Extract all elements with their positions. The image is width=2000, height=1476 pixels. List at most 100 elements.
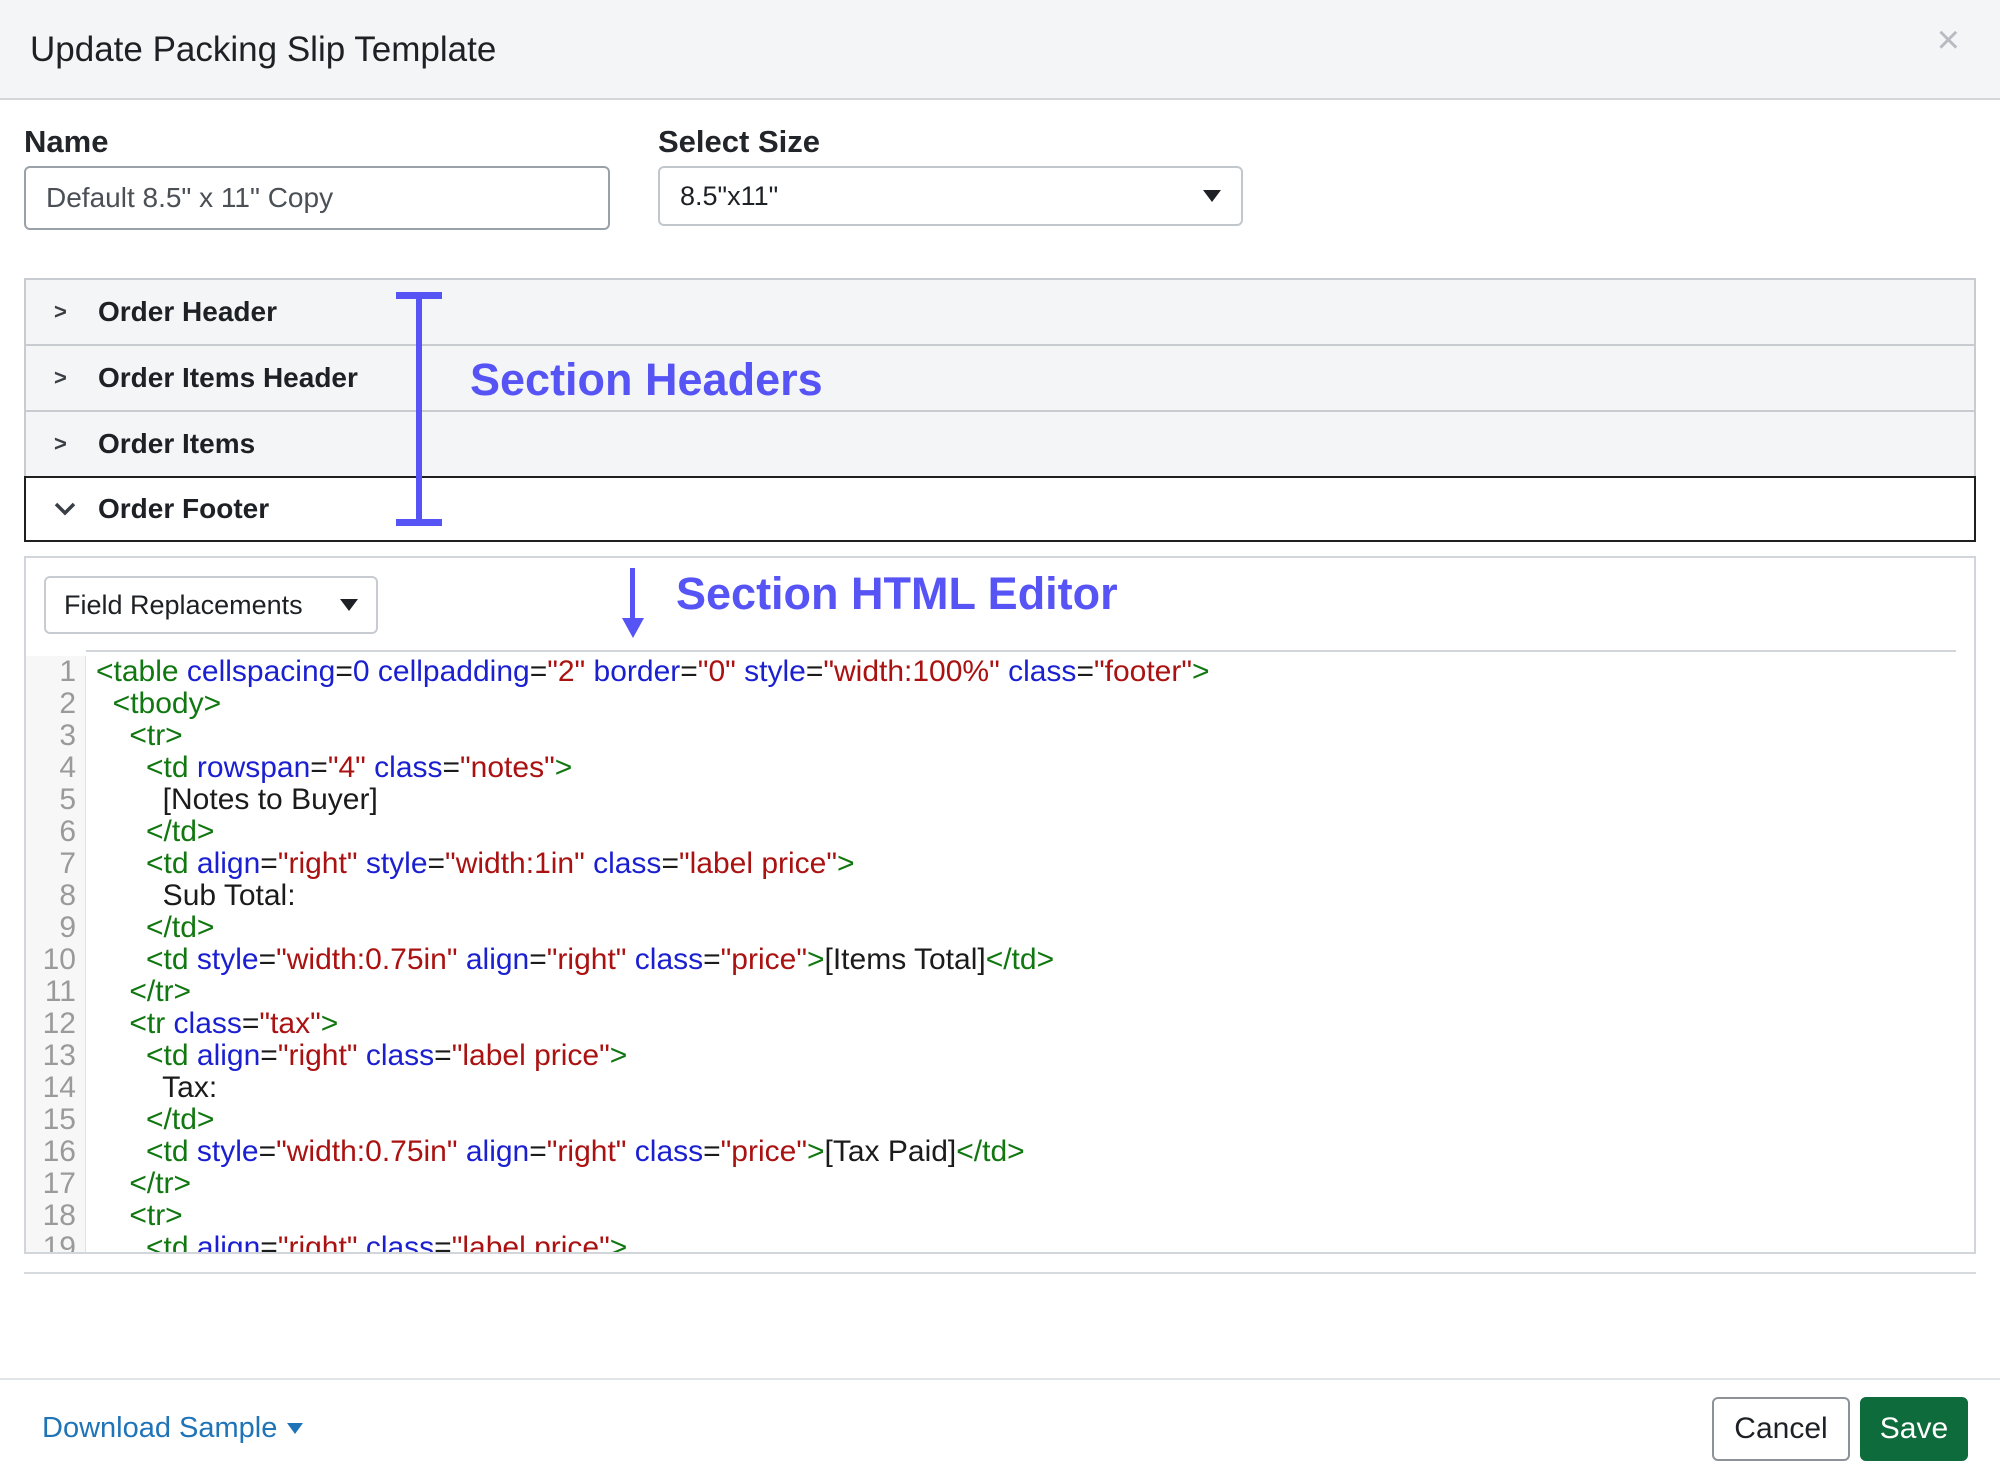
code-token: <table [96,656,187,688]
code-editor[interactable]: 1 <table cellspacing=0 cellpadding="2" bo… [26,656,1974,1252]
size-select[interactable]: 8.5"x11" [658,166,1243,226]
code-token: "notes" [460,751,555,784]
code-line: 12 <tr class="tax"> [26,1008,1974,1040]
divider [24,1272,1976,1274]
code-token: = [310,751,328,784]
code-token: > [320,1007,339,1040]
line-number: 15 [42,1103,76,1136]
code-token: = [529,656,548,688]
chevron-right-icon: > [54,365,67,390]
chevron-right-icon: > [54,431,67,456]
code-token: align [457,1135,530,1168]
code-line: 3 <tr> [26,720,1974,752]
line-number: 11 [44,975,76,1008]
section-accordion: > Order Header > Order Items Header > Or… [24,278,1976,542]
code-token: "width:0.75in" [276,1135,458,1168]
save-button[interactable]: Save [1860,1397,1968,1461]
section-order-header[interactable]: > Order Header [24,278,1976,344]
code-text: </td> [96,1104,214,1136]
code-token: align [196,847,261,880]
code-token: class [357,1231,435,1253]
code-token: class [173,1007,242,1040]
code-token: "width:1in" [445,847,585,880]
code-token: = [434,1231,452,1253]
code-token: </td> [96,815,215,848]
line-number: 12 [42,1007,76,1040]
code-text: <td rowspan="4" class="notes"> [96,752,572,784]
code-token: = [680,656,698,688]
code-token: <td [96,1039,197,1072]
code-token: > [837,847,855,880]
code-token: = [529,943,547,976]
line-number: 13 [42,1039,76,1072]
code-token: <td [96,943,197,976]
line-number: 9 [59,911,76,944]
code-text: </td> [96,912,214,944]
code-token: border [585,656,681,688]
section-order-footer[interactable]: Order Footer [24,476,1976,542]
name-label: Name [24,124,109,159]
code-token: <td [96,1135,197,1168]
line-number: 5 [59,783,76,816]
code-text: <td align="right" class="label price"> [96,1231,627,1253]
line-number: 8 [59,879,76,912]
code-token: "price" [720,1135,807,1168]
code-token: = [258,1135,277,1168]
section-html-editor-panel: Field Replacements 1 <table cellspacing=0… [24,556,1976,1254]
code-line: 7 <td align="right" style="width:1in" cl… [26,848,1974,880]
code-token: </tr> [96,975,192,1008]
annotation-arrow-down-icon [622,568,644,638]
line-number: 19 [42,1231,76,1253]
code-token: [Tax Paid] [824,1135,957,1168]
code-token: = [260,1231,278,1253]
modal-title: Update Packing Slip Template [30,30,497,69]
code-token: "label price" [451,1231,610,1253]
close-icon[interactable]: × [1937,20,1960,60]
code-token: = [661,847,679,880]
line-number: 4 [59,751,76,784]
code-token: "width:100%" [823,656,1000,688]
code-text: <td align="right" style="width:1in" clas… [96,848,855,880]
code-line: 16 <td style="width:0.75in" align="right… [26,1136,1974,1168]
code-token: <tr> [96,719,183,752]
modal-header: Update Packing Slip Template × [0,0,2000,100]
code-token: > [806,1135,825,1168]
code-text: <td align="right" class="label price"> [96,1040,627,1072]
code-text: </tr> [96,976,191,1008]
section-order-items[interactable]: > Order Items [24,410,1976,476]
code-text: </tr> [96,1168,191,1200]
caret-down-icon [1203,190,1221,202]
section-order-items-header[interactable]: > Order Items Header [24,344,1976,410]
code-line: 9 </td> [26,912,1974,944]
code-token: = [260,1039,278,1072]
name-input[interactable] [24,166,610,230]
code-token: = [258,943,277,976]
field-replacements-dropdown[interactable]: Field Replacements [44,576,378,634]
line-number: 6 [59,815,76,848]
code-text: <tr class="tax"> [96,1008,338,1040]
code-text: <tr> [96,1200,182,1232]
cancel-button[interactable]: Cancel [1712,1397,1850,1461]
line-number: 2 [59,687,76,720]
section-label: Order Header [98,296,277,327]
code-token: > [1191,656,1210,688]
line-number: 3 [59,719,76,752]
code-token: </td> [96,911,215,944]
code-text: </td> [96,816,214,848]
code-line: 13 <td align="right" class="label price"… [26,1040,1974,1072]
download-sample-link[interactable]: Download Sample [42,1412,304,1445]
code-token: class [999,656,1077,688]
code-text: Sub Total: [96,880,296,912]
code-token: [Items Total] [824,943,986,976]
code-token: style [196,1135,259,1168]
size-select-value: 8.5"x11" [680,180,779,211]
code-text: <td style="width:0.75in" align="right" c… [96,944,1054,976]
code-token: class [584,847,662,880]
code-token: </tr> [96,1167,192,1200]
code-line: 2 <tbody> [26,688,1974,720]
code-line: 11 </tr> [26,976,1974,1008]
code-token: [Notes to Buyer] [96,783,378,816]
code-token: rowspan [196,751,311,784]
line-number: 14 [42,1071,76,1104]
code-token: = [434,1039,452,1072]
